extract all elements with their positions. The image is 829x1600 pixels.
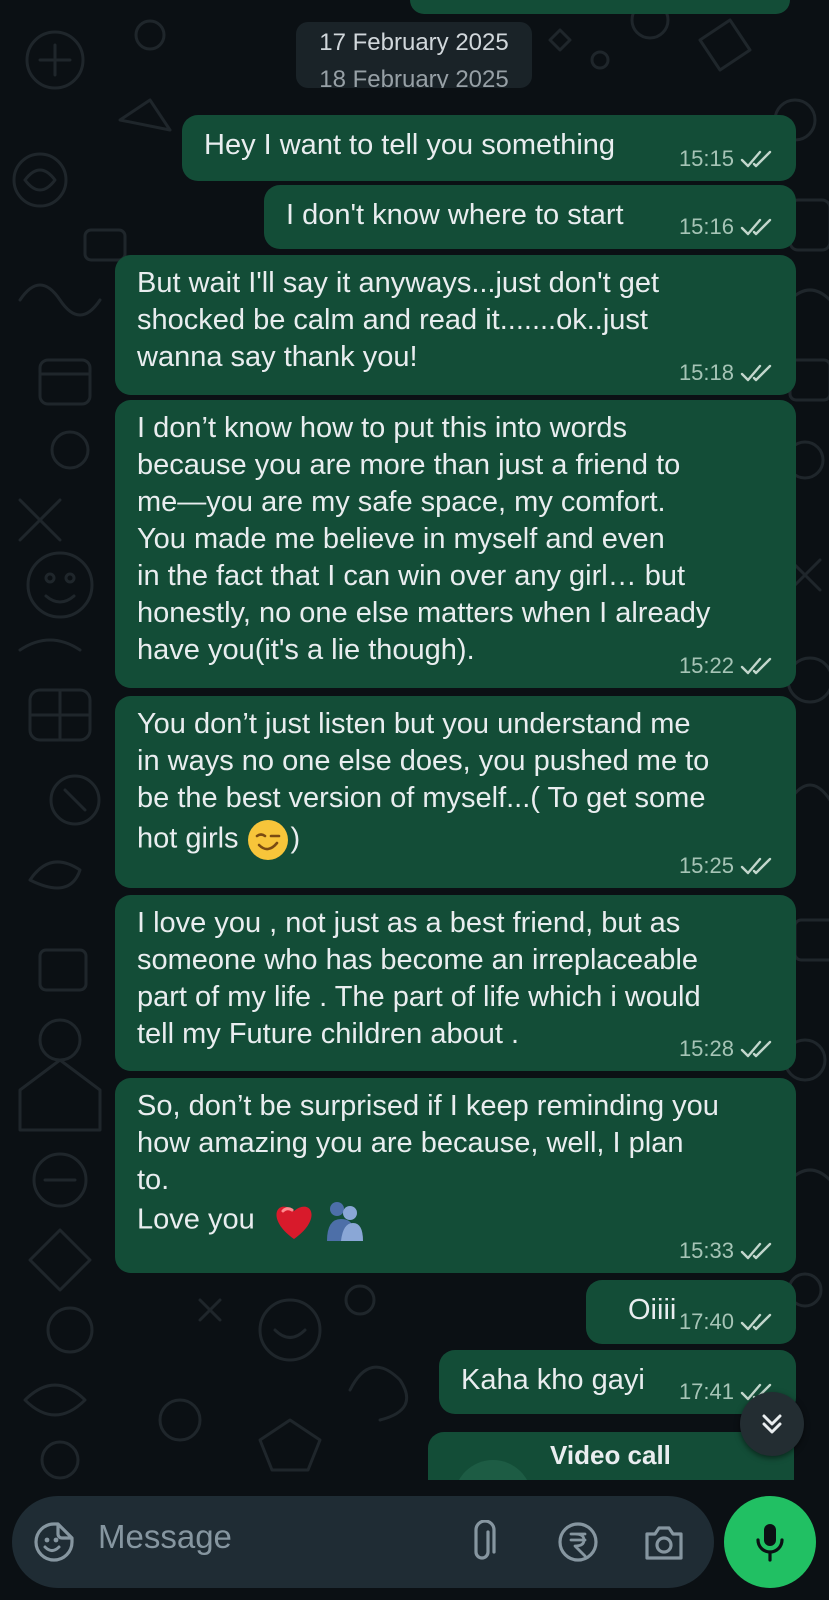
message-bubble[interactable]: I don’t know how to put this into words … [115,400,796,688]
message-time: 15:22 [678,653,734,678]
message-text-close: ) [290,822,301,855]
scroll-to-bottom-button[interactable] [740,1392,804,1456]
message-bubble[interactable]: Oiiii 17:40 [586,1280,796,1344]
video-call-avatar [454,1460,532,1480]
people-hugging-icon [326,1202,363,1241]
message-time: 15:15 [678,146,734,171]
paperclip-icon[interactable] [464,1520,500,1564]
message-meta: 15:18 [679,360,774,386]
video-call-label: Video call [550,1440,671,1470]
mic-icon [756,1524,784,1562]
message-time: 15:25 [678,853,734,878]
message-text-end: Love you [137,1203,255,1236]
message-text-end: hot girls [137,822,239,855]
red-heart-icon [276,1206,312,1239]
message-text: I don’t know how to put this into words … [137,412,711,666]
double-check-icon [740,1242,772,1260]
date-label: 17 February 2025 [319,29,509,56]
voice-message-button[interactable] [724,1496,816,1588]
message-time: 17:41 [678,1379,734,1404]
message-list[interactable]: 17 February 2025 18 February 2025 Hey I … [0,0,829,1480]
double-check-icon [740,364,772,382]
message-time: 15:18 [678,360,734,385]
message-input[interactable]: Message [98,1518,232,1556]
message-meta: 15:33 [679,1238,774,1264]
message-bubble[interactable]: I love you , not just as a best friend, … [115,895,796,1071]
message-bubble[interactable]: So, don’t be surprised if I keep remindi… [115,1078,796,1273]
message-bubble[interactable]: I don't know where to start 15:16 [264,185,796,249]
double-chevron-down-icon [762,1414,782,1434]
message-meta: 15:28 [679,1036,774,1062]
double-check-icon [740,1313,772,1331]
message-time: 15:28 [678,1036,734,1061]
double-check-icon [740,857,772,875]
sticker-icon[interactable] [32,1520,76,1564]
message-meta: 15:22 [679,653,774,679]
message-text: I love you , not just as a best friend, … [137,907,701,1050]
message-text-lines: You don’t just listen but you understand… [137,708,710,814]
rupee-icon[interactable] [556,1520,600,1564]
date-label-ghost: 18 February 2025 [319,66,509,88]
video-call-card[interactable]: Video call [428,1432,794,1480]
message-meta: 15:25 [679,853,774,879]
message-text: But wait I'll say it anyways...just don'… [137,267,660,373]
date-chip: 17 February 2025 18 February 2025 [296,22,532,88]
camera-icon[interactable] [642,1520,686,1564]
double-check-icon [740,218,772,236]
message-bubble[interactable]: Kaha kho gayi 17:41 [439,1350,796,1414]
message-time: 15:33 [678,1238,734,1263]
message-time: 17:40 [678,1309,734,1334]
message-bubble[interactable]: Hey I want to tell you something 15:15 [182,115,796,181]
message-time: 15:16 [678,214,734,239]
message-text: So, don’t be surprised if I keep remindi… [137,1078,796,1243]
double-check-icon [740,657,772,675]
message-text-lines: So, don’t be surprised if I keep remindi… [137,1090,719,1196]
winking-face-icon [247,820,288,860]
message-meta: 15:15 [679,146,774,172]
message-meta: 17:40 [679,1309,774,1335]
message-composer: Message [12,1496,714,1588]
double-check-icon [740,1040,772,1058]
double-check-icon [740,150,772,168]
message-text: You don’t just listen but you understand… [137,696,796,863]
message-bubble[interactable]: You don’t just listen but you understand… [115,696,796,888]
previous-message-edge [410,0,790,14]
message-bubble[interactable]: But wait I'll say it anyways...just don'… [115,255,796,395]
message-meta: 15:16 [679,214,774,240]
